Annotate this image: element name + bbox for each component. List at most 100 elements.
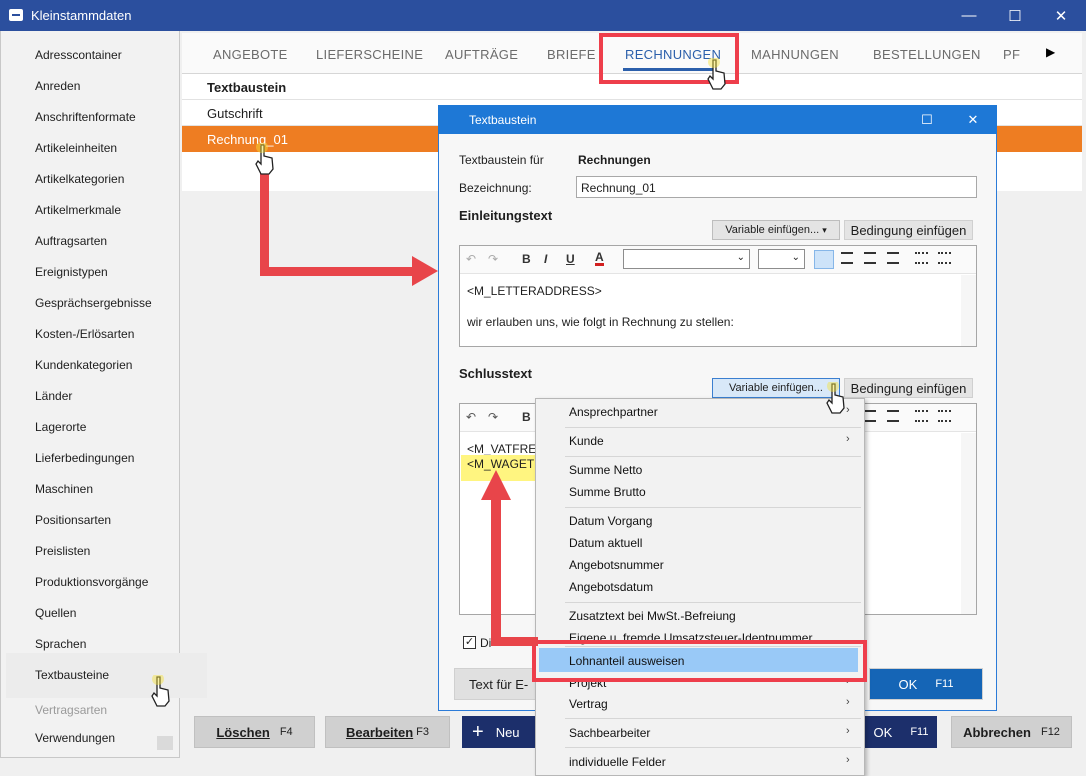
einleitung-editor[interactable]: ↶ ↷ B I U A ⌄ ⌄ <M_LETTERADDRESS> wir er… bbox=[459, 245, 977, 347]
font-color-icon[interactable]: A bbox=[595, 251, 604, 266]
menu-item[interactable]: individuelle Felder bbox=[569, 755, 666, 769]
sidebar-item-kosten-erlösarten[interactable]: Kosten-/Erlösarten bbox=[35, 327, 134, 341]
hand-cursor-icon bbox=[255, 143, 274, 175]
tab-mahnungen[interactable]: MAHNUNGEN bbox=[751, 47, 839, 62]
dialog-ok-button[interactable]: OK F11 bbox=[869, 668, 983, 700]
bezeichnung-input[interactable]: Rechnung_01 bbox=[576, 176, 977, 198]
numbered-list-icon[interactable] bbox=[938, 410, 951, 422]
sidebar-item-sprachen[interactable]: Sprachen bbox=[35, 637, 86, 651]
hand-cursor-icon bbox=[707, 58, 726, 90]
tab-angebote[interactable]: ANGEBOTE bbox=[213, 47, 288, 62]
submenu-arrow-icon: › bbox=[846, 433, 850, 445]
schluss-bedingung-button[interactable]: Bedingung einfügen bbox=[844, 378, 973, 398]
ok-shortcut: F11 bbox=[910, 726, 929, 738]
sidebar-item-lagerorte[interactable]: Lagerorte bbox=[35, 420, 86, 434]
font-size-select[interactable]: ⌄ bbox=[758, 249, 805, 269]
font-family-select[interactable]: ⌄ bbox=[623, 249, 750, 269]
align-center-icon[interactable] bbox=[841, 252, 853, 264]
ok-button[interactable]: OK F11 bbox=[865, 716, 937, 748]
redo-icon[interactable]: ↷ bbox=[488, 252, 498, 266]
menu-item[interactable]: Angebotsdatum bbox=[569, 580, 653, 594]
align-justify-icon[interactable] bbox=[887, 252, 899, 264]
maximize-button[interactable]: ☐ bbox=[992, 0, 1038, 31]
schluss-heading: Schlusstext bbox=[459, 366, 532, 381]
cancel-shortcut: F12 bbox=[1040, 726, 1060, 738]
tab-scroll-right-icon[interactable]: ▶ bbox=[1046, 45, 1055, 59]
delete-button[interactable]: Löschen F4 bbox=[194, 716, 315, 748]
sidebar-item-anreden[interactable]: Anreden bbox=[35, 79, 80, 93]
sidebar-item-gesprächsergebnisse[interactable]: Gesprächsergebnisse bbox=[35, 296, 152, 310]
sidebar-item-textbausteine[interactable]: Textbausteine bbox=[35, 668, 109, 682]
text-fuer-email-button[interactable]: Text für E- bbox=[454, 668, 544, 700]
bullet-list-icon[interactable] bbox=[915, 252, 928, 264]
sidebar-item-artikelkategorien[interactable]: Artikelkategorien bbox=[35, 172, 124, 186]
tab-auftraege[interactable]: AUFTRÄGE bbox=[445, 47, 518, 62]
sidebar-item-verwendungen[interactable]: Verwendungen bbox=[35, 731, 115, 745]
sidebar-item-positionsarten[interactable]: Positionsarten bbox=[35, 513, 111, 527]
editor-scrollbar[interactable] bbox=[961, 433, 976, 614]
undo-icon[interactable]: ↶ bbox=[466, 410, 476, 424]
sidebar-item-quellen[interactable]: Quellen bbox=[35, 606, 76, 620]
sidebar-item-maschinen[interactable]: Maschinen bbox=[35, 482, 93, 496]
tab-lieferscheine[interactable]: LIEFERSCHEINE bbox=[316, 47, 423, 62]
menu-item[interactable]: Summe Brutto bbox=[569, 485, 646, 499]
underline-icon[interactable]: U bbox=[566, 252, 575, 266]
list-row-label: Gutschrift bbox=[207, 106, 263, 121]
einleitung-bedingung-button[interactable]: Bedingung einfügen bbox=[844, 220, 973, 240]
editor-scrollbar[interactable] bbox=[961, 275, 976, 346]
bold-icon[interactable]: B bbox=[522, 252, 531, 266]
sidebar-item-artikeleinheiten[interactable]: Artikeleinheiten bbox=[35, 141, 117, 155]
sidebar-item-artikelmerkmale[interactable]: Artikelmerkmale bbox=[35, 203, 121, 217]
dialog-close-button[interactable]: ✕ bbox=[950, 105, 996, 134]
einleitung-variable-button[interactable]: Variable einfügen... ▾ bbox=[712, 220, 840, 240]
annotation-arrow-shaft bbox=[491, 637, 538, 646]
bold-icon[interactable]: B bbox=[522, 410, 531, 424]
align-right-icon[interactable] bbox=[864, 252, 876, 264]
schluss-variable-button[interactable]: Variable einfügen... bbox=[712, 378, 840, 398]
minimize-button[interactable]: — bbox=[946, 0, 992, 31]
cancel-button[interactable]: Abbrechen F12 bbox=[951, 716, 1072, 748]
menu-separator bbox=[565, 718, 861, 719]
submenu-arrow-icon: › bbox=[846, 696, 850, 708]
sidebar-item-anschriftenformate[interactable]: Anschriftenformate bbox=[35, 110, 136, 124]
menu-item[interactable]: Kunde bbox=[569, 434, 604, 448]
sidebar-item-preislisten[interactable]: Preislisten bbox=[35, 544, 90, 558]
new-button[interactable]: + Neu bbox=[462, 716, 536, 748]
tab-bestellungen[interactable]: BESTELLUNGEN bbox=[873, 47, 981, 62]
menu-item[interactable]: Datum Vorgang bbox=[569, 514, 652, 528]
menu-item[interactable]: Summe Netto bbox=[569, 463, 642, 477]
sidebar-item-auftragsarten[interactable]: Auftragsarten bbox=[35, 234, 107, 248]
redo-icon[interactable]: ↷ bbox=[488, 410, 498, 424]
einleitung-line: <M_LETTERADDRESS> bbox=[467, 284, 602, 298]
textbaustein-fuer-label: Textbaustein für bbox=[459, 153, 544, 167]
edit-button[interactable]: Bearbeiten F3 bbox=[325, 716, 450, 748]
align-right-icon[interactable] bbox=[864, 410, 876, 422]
align-justify-icon[interactable] bbox=[887, 410, 899, 422]
dialog-checkbox[interactable]: ✓ bbox=[463, 636, 476, 649]
sidebar-item-produktionsvorgänge[interactable]: Produktionsvorgänge bbox=[35, 575, 148, 589]
sidebar-item-adresscontainer[interactable]: Adresscontainer bbox=[35, 48, 122, 62]
tab-briefe[interactable]: BRIEFE bbox=[547, 47, 596, 62]
undo-icon[interactable]: ↶ bbox=[466, 252, 476, 266]
sidebar-item-ereignistypen[interactable]: Ereignistypen bbox=[35, 265, 108, 279]
align-left-icon[interactable] bbox=[814, 250, 834, 269]
dialog-maximize-button[interactable]: ☐ bbox=[904, 105, 950, 134]
sidebar-item-kundenkategorien[interactable]: Kundenkategorien bbox=[35, 358, 132, 372]
sidebar-item-vertragsarten[interactable]: Vertragsarten bbox=[35, 703, 107, 717]
tab-overflow[interactable]: PF bbox=[1003, 47, 1020, 62]
menu-item[interactable]: Ansprechpartner bbox=[569, 405, 658, 419]
menu-item[interactable]: Angebotsnummer bbox=[569, 558, 664, 572]
sidebar-item-länder[interactable]: Länder bbox=[35, 389, 72, 403]
menu-item[interactable]: Datum aktuell bbox=[569, 536, 642, 550]
menu-item[interactable]: Vertrag bbox=[569, 697, 608, 711]
numbered-list-icon[interactable] bbox=[938, 252, 951, 264]
sidebar-scrollbar[interactable] bbox=[157, 736, 173, 750]
sidebar-item-lieferbedingungen[interactable]: Lieferbedingungen bbox=[35, 451, 134, 465]
menu-item[interactable]: Zusatztext bei MwSt.-Befreiung bbox=[569, 609, 736, 623]
schluss-line: <M_VATFRE bbox=[467, 442, 537, 456]
close-button[interactable]: ✕ bbox=[1038, 0, 1084, 31]
menu-item[interactable]: Sachbearbeiter bbox=[569, 726, 650, 740]
schluss-line: <M_WAGETI bbox=[467, 457, 538, 471]
italic-icon[interactable]: I bbox=[544, 252, 547, 266]
bullet-list-icon[interactable] bbox=[915, 410, 928, 422]
